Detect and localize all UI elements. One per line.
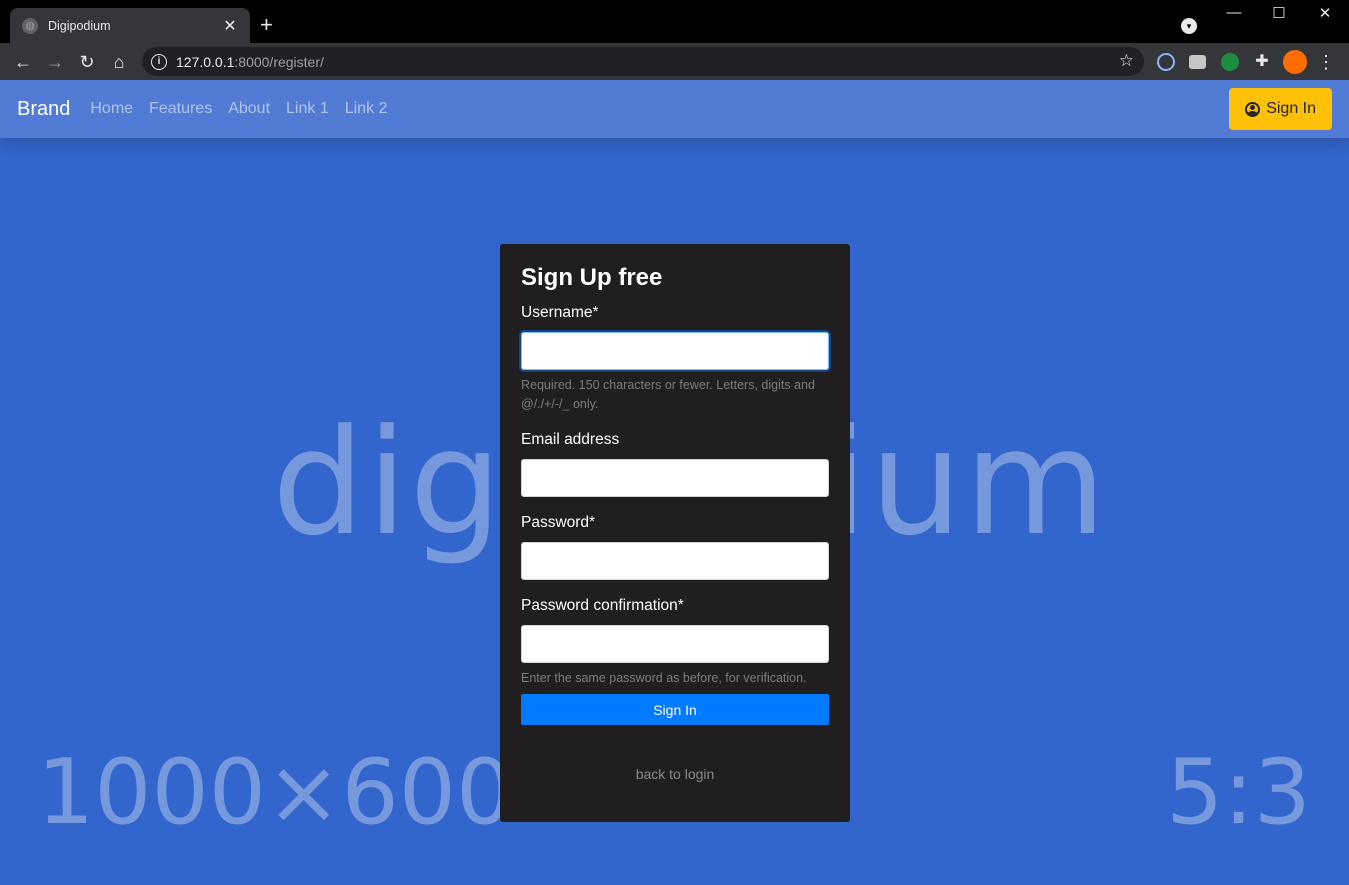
globe-icon: ◍ (22, 17, 38, 34)
nav-link-link2[interactable]: Link 2 (345, 100, 388, 118)
window-close-icon[interactable]: ✕ (1302, 4, 1348, 22)
browser-tab[interactable]: ◍ Digipodium ✕ (10, 8, 250, 43)
maximize-icon[interactable]: ☐ (1256, 4, 1302, 22)
menu-icon[interactable]: ⋮ (1313, 49, 1339, 75)
username-group: Username* Required. 150 characters or fe… (521, 304, 829, 414)
plus-icon[interactable]: + (260, 13, 273, 37)
password-field[interactable] (521, 542, 829, 580)
url-host: 127.0.0.1 (176, 53, 235, 70)
back-to-login-link[interactable]: back to login (521, 766, 829, 782)
extension-icon[interactable] (1157, 53, 1175, 71)
navbar: Brand Home Features About Link 1 Link 2 … (0, 80, 1349, 138)
username-input[interactable] (521, 332, 829, 370)
sign-in-submit-button[interactable]: Sign In (521, 694, 829, 725)
browser-tab-strip: ◍ Digipodium ✕ + ▾ — ☐ ✕ (0, 0, 1349, 43)
email-field[interactable] (521, 459, 829, 497)
home-icon[interactable]: ⌂ (106, 49, 132, 75)
page-title: Sign Up free (521, 264, 663, 291)
puzzle-icon[interactable]: ✚ (1249, 49, 1275, 75)
signup-card: Sign Up free Username* Required. 150 cha… (500, 244, 850, 822)
avatar[interactable] (1283, 50, 1307, 74)
info-icon[interactable]: i (151, 53, 167, 70)
forward-icon[interactable]: → (42, 49, 68, 75)
brand-link[interactable]: Brand (17, 98, 70, 121)
close-icon[interactable]: ✕ (220, 16, 240, 36)
tab-search-icon[interactable]: ▾ (1181, 18, 1197, 34)
extension-icon[interactable] (1221, 53, 1239, 71)
nav-link-home[interactable]: Home (90, 100, 133, 118)
signin-nav-button[interactable]: Sign In (1229, 88, 1332, 130)
username-label: Username* (521, 304, 599, 321)
password-group: Password* (521, 514, 829, 580)
password-confirmation-help-text: Enter the same password as before, for v… (521, 671, 807, 685)
password-label: Password* (521, 514, 596, 531)
password-confirmation-group: Password confirmation* Enter the same pa… (521, 597, 829, 688)
address-bar[interactable]: i 127.0.0.1:8000/register/ ☆ (142, 47, 1144, 76)
watermark-dimensions: 1000×600 (37, 740, 514, 845)
tab-title: Digipodium (48, 18, 111, 33)
nav-link-about[interactable]: About (228, 100, 270, 118)
password-confirmation-label: Password confirmation* (521, 597, 684, 614)
reload-icon[interactable]: ↻ (74, 49, 100, 75)
star-icon[interactable]: ☆ (1119, 51, 1134, 71)
minimize-icon[interactable]: — (1211, 4, 1257, 21)
password-confirmation-field[interactable] (521, 625, 829, 663)
browser-toolbar: ← → ↻ ⌂ i 127.0.0.1:8000/register/ ☆ ✚ ⋮ (0, 43, 1349, 80)
url-path: :8000/register/ (234, 53, 324, 70)
url-text: 127.0.0.1:8000/register/ (176, 54, 324, 70)
page-background: digipodium 1000×600 5:3 Brand Home Featu… (0, 80, 1349, 885)
email-label: Email address (521, 431, 620, 448)
watermark-ratio: 5:3 (1166, 740, 1311, 845)
username-help-text: Required. 150 characters or fewer. Lette… (521, 378, 815, 411)
back-icon[interactable]: ← (10, 49, 36, 75)
signin-nav-label: Sign In (1266, 100, 1316, 117)
email-group: Email address (521, 431, 829, 497)
camera-icon[interactable] (1189, 55, 1206, 69)
nav-link-link1[interactable]: Link 1 (286, 100, 329, 118)
user-circle-icon (1245, 101, 1261, 117)
nav-link-features[interactable]: Features (149, 100, 212, 118)
